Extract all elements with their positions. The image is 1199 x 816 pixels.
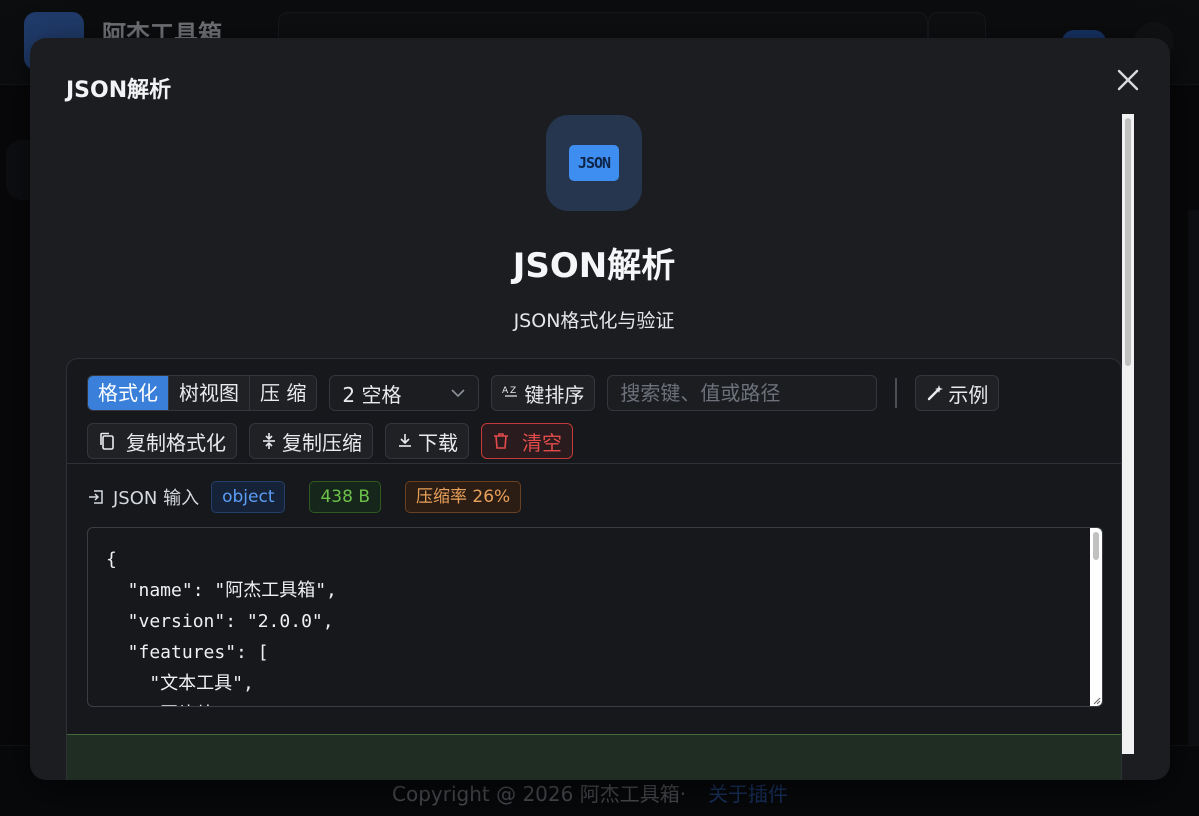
example-button[interactable]: 示例 [915, 375, 1000, 411]
svg-text:A: A [502, 386, 509, 396]
resize-handle-icon[interactable] [1091, 695, 1101, 705]
trash-icon [492, 432, 510, 450]
clear-button[interactable]: 清空 [481, 423, 573, 459]
validation-status-bar [67, 734, 1121, 780]
copy-minified-label: 复制压缩 [282, 430, 362, 455]
json-tool-modal: JSON解析 JSON JSON解析 JSON格式化与验证 格式化 树视图 压 … [30, 38, 1170, 780]
json-input-textarea[interactable]: { "name": "阿杰工具箱", "version": "2.0.0", "… [87, 527, 1103, 707]
compress-icon [260, 432, 278, 450]
chevron-down-icon [451, 389, 465, 398]
type-badge: object [211, 481, 286, 513]
svg-text:Z: Z [510, 386, 516, 396]
sort-keys-label: 键排序 [524, 382, 585, 407]
copy-formatted-label: 复制格式化 [126, 430, 226, 455]
toolbar-row-1: 格式化 树视图 压 缩 2 空格 AZ 键排序 搜索键、值或路径 示例 [87, 375, 1000, 411]
input-label: JSON 输入 [113, 488, 200, 509]
sort-az-icon: AZ [502, 384, 520, 402]
copy-minified-button[interactable]: 复制压缩 [249, 423, 373, 459]
download-label: 下载 [418, 430, 458, 455]
compression-ratio-badge: 压缩率 26% [405, 481, 522, 513]
editor-scroll-thumb[interactable] [1093, 532, 1099, 560]
download-icon [396, 432, 414, 450]
sort-keys-button[interactable]: AZ 键排序 [491, 375, 596, 411]
example-label: 示例 [948, 382, 989, 407]
close-icon [1117, 69, 1139, 91]
clear-label: 清空 [522, 430, 562, 455]
json-panel: 格式化 树视图 压 缩 2 空格 AZ 键排序 搜索键、值或路径 示例 复制格式… [66, 358, 1122, 780]
copy-formatted-button[interactable]: 复制格式化 [87, 423, 237, 459]
size-badge: 438 B [309, 481, 381, 513]
editor-scrollbar[interactable] [1090, 528, 1102, 706]
tool-name: JSON解析 [512, 246, 676, 286]
panel-divider [67, 463, 1121, 464]
json-input-content: { "name": "阿杰工具箱", "version": "2.0.0", "… [106, 549, 337, 706]
modal-scroll-thumb[interactable] [1125, 118, 1131, 366]
toolbar-divider [895, 378, 898, 408]
modal-scrollbar[interactable] [1122, 114, 1134, 754]
mode-tree-tab[interactable]: 树视图 [169, 376, 250, 410]
mode-segmented-control: 格式化 树视图 压 缩 [87, 375, 318, 411]
close-button[interactable] [1114, 66, 1142, 94]
indent-select-value: 2 空格 [342, 382, 402, 407]
input-header: JSON 输入 object 438 B 压缩率 26% [87, 481, 545, 513]
toolbar-row-2: 复制格式化 复制压缩 下载 清空 [87, 423, 573, 459]
indent-select[interactable]: 2 空格 [329, 375, 480, 411]
magic-wand-icon [926, 384, 944, 402]
copy-icon [98, 432, 116, 450]
mode-format-tab[interactable]: 格式化 [88, 376, 169, 410]
tool-icon: JSON [546, 115, 642, 211]
mode-minify-tab[interactable]: 压 缩 [250, 376, 317, 410]
input-icon [89, 490, 103, 504]
modal-title: JSON解析 [66, 78, 172, 103]
download-button[interactable]: 下载 [385, 423, 469, 459]
tool-description: JSON格式化与验证 [513, 310, 675, 332]
json-badge-icon: JSON [569, 145, 619, 181]
search-input[interactable] [607, 375, 878, 411]
